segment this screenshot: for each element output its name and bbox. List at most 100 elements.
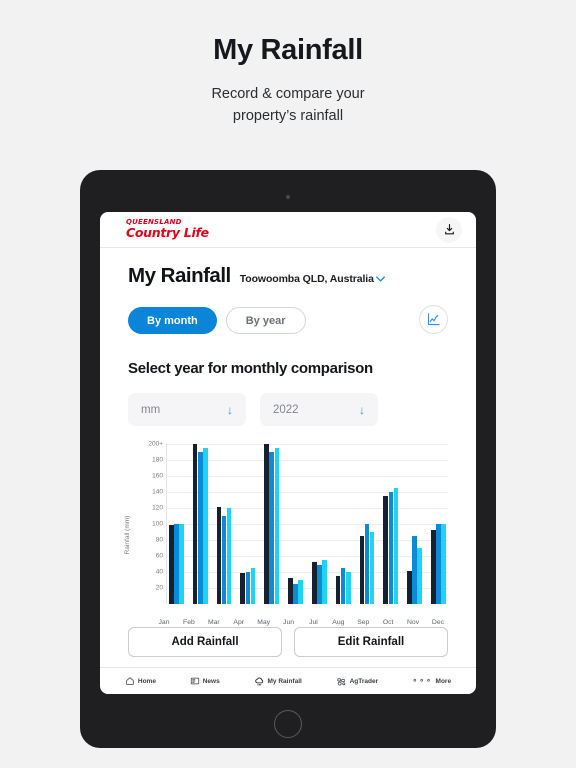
tab-by-year[interactable]: By year [225, 307, 306, 334]
chart-bar [192, 444, 198, 604]
y-tick-label: 60 [155, 552, 163, 560]
x-tick-label: Aug [332, 619, 345, 626]
home-button[interactable] [274, 710, 302, 738]
bar-group[interactable] [240, 568, 256, 604]
chart-bar [274, 448, 280, 604]
bar-group[interactable] [192, 444, 208, 604]
bar-group[interactable] [383, 488, 399, 604]
bar-group[interactable] [288, 577, 303, 604]
x-tick-label: Dec [431, 619, 445, 626]
rain-cloud-icon [254, 677, 263, 686]
chevron-down-icon: ↓ [359, 402, 365, 417]
chart-bar [441, 524, 446, 604]
chart-bar [340, 568, 346, 604]
tablet-device-frame: QUEENSLAND Country Life My Rainfall Toow… [80, 170, 496, 748]
page-title: My Rainfall [128, 264, 231, 287]
chart-bar [221, 516, 227, 604]
promo-subtitle: Record & compare your property’s rainfal… [0, 83, 576, 128]
promo-title: My Rainfall [213, 34, 363, 66]
queensland-country-life-logo: QUEENSLAND Country Life [126, 219, 209, 240]
x-tick-label: Jul [309, 619, 318, 626]
view-toggle-row: By month By year [128, 305, 448, 334]
chart-bar [311, 561, 317, 604]
y-tick-label: 120 [152, 504, 163, 512]
app-screen: QUEENSLAND Country Life My Rainfall Toow… [100, 212, 476, 694]
rainfall-bar-chart: Rainfall (mm) 20 40 60 80 100 120 140 160 180 200… [124, 440, 448, 626]
tab-my-rainfall[interactable]: My Rainfall [254, 676, 302, 687]
camera-dot [286, 195, 290, 199]
chart-bar [288, 577, 293, 604]
bar-group[interactable] [216, 507, 232, 604]
bar-group[interactable] [431, 524, 446, 604]
chart-bar [226, 508, 232, 604]
app-body: My Rainfall Toowoomba QLD, Australia By … [100, 248, 476, 667]
chart-bar [345, 572, 351, 604]
bar-group[interactable] [359, 524, 375, 604]
chart-bar [388, 492, 394, 604]
bar-group[interactable] [264, 444, 280, 604]
chart-bar [245, 572, 251, 604]
app-bar: QUEENSLAND Country Life [100, 212, 476, 248]
y-tick-label: 160 [152, 472, 163, 480]
chart-bar [179, 524, 184, 604]
tab-agtrader-label: AgTrader [349, 677, 379, 685]
x-tick-label: Jan [158, 619, 170, 626]
x-tick-label: Jun [283, 619, 295, 626]
unit-select[interactable]: mm ↓ [128, 393, 246, 426]
location-label: Toowoomba QLD, Australia [239, 273, 374, 285]
bar-group[interactable] [169, 524, 184, 604]
more-dots-icon: ⚬⚬⚬ [411, 678, 433, 685]
chart-type-button[interactable] [419, 305, 448, 334]
y-tick-label: 20 [155, 584, 163, 592]
chart-bar [240, 572, 246, 604]
y-tick-label: 40 [155, 568, 163, 576]
location-selector[interactable]: Toowoomba QLD, Australia [240, 273, 385, 285]
chart-bar [417, 548, 423, 604]
y-tick-label: 200+ [148, 440, 163, 448]
tab-home[interactable]: Home [125, 676, 156, 686]
chart-bar [197, 452, 203, 604]
y-axis-title: Rainfall (mm) [124, 444, 140, 626]
tab-more[interactable]: ⚬⚬⚬ More [411, 677, 452, 686]
y-axis-title-label: Rainfall (mm) [123, 515, 131, 555]
add-rainfall-button[interactable]: Add Rainfall [128, 627, 282, 657]
bar-group[interactable] [407, 536, 423, 604]
year-select[interactable]: 2022 ↓ [260, 393, 378, 426]
chart-bar [203, 448, 208, 604]
chart-bar [359, 536, 365, 604]
bar-group[interactable] [335, 568, 351, 604]
edit-rainfall-button[interactable]: Edit Rainfall [294, 627, 448, 657]
y-tick-label: 100 [152, 520, 163, 528]
bar-group[interactable] [311, 560, 327, 604]
bottom-tab-bar: Home News My Rainfall AgTrader ⚬⚬⚬ More [100, 667, 476, 694]
x-tick-label: Mar [207, 619, 220, 626]
unit-select-value: mm [141, 403, 161, 416]
chart-bar [412, 536, 417, 604]
tab-agtrader[interactable]: AgTrader [336, 676, 379, 687]
y-axis-tick-labels: 20 40 60 80 100 120 140 160 180 200+ [140, 440, 166, 604]
chart-bar [317, 564, 322, 604]
chart-bar-groups [167, 444, 448, 604]
chart-bar [393, 488, 399, 604]
tab-home-label: Home [137, 677, 156, 685]
chevron-down-icon: ↓ [227, 402, 233, 417]
download-button[interactable] [436, 216, 462, 243]
chart-bar [169, 524, 174, 604]
tab-my-rainfall-label: My Rainfall [267, 677, 302, 685]
logo-bottom-text: Country Life [126, 225, 209, 241]
chart-bar [269, 452, 274, 604]
x-tick-label: Nov [407, 619, 420, 626]
chart-bar [364, 524, 370, 604]
chart-bar [436, 524, 441, 604]
chart-bar [293, 584, 298, 604]
tab-news-label: News [202, 677, 220, 685]
tab-more-label: More [435, 677, 452, 685]
x-tick-label: May [257, 619, 271, 626]
chart-bar [298, 580, 303, 604]
tab-news[interactable]: News [190, 676, 220, 686]
page-title-row: My Rainfall Toowoomba QLD, Australia [128, 264, 448, 288]
tab-by-month[interactable]: By month [128, 307, 217, 334]
chart-bar [264, 444, 269, 604]
chart-bar [174, 524, 179, 604]
download-icon [444, 224, 454, 235]
